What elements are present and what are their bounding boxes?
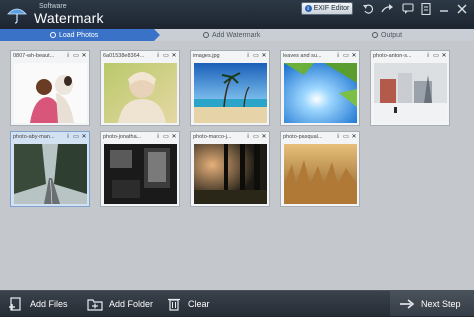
remove-icon[interactable]: ✕ [351, 53, 357, 59]
photo-card[interactable]: photo-jonatha... i ▭ ✕ [100, 131, 180, 207]
photo-card[interactable]: 6a01538e8364... i ▭ ✕ [100, 50, 180, 126]
photo-name: images.jpg [193, 53, 220, 59]
photo-name: 0807-wh-beaut... [13, 53, 55, 59]
photo-name: leaves and su... [283, 53, 322, 59]
remove-icon[interactable]: ✕ [81, 134, 87, 140]
title-bar: Software Watermark i EXIF Editor [0, 0, 474, 29]
step-load-photos[interactable]: Load Photos [50, 29, 98, 41]
info-icon[interactable]: i [65, 53, 71, 59]
preview-icon[interactable]: ▭ [343, 53, 349, 59]
app-title: Watermark [34, 10, 104, 26]
photo-name: photo-jonatha... [103, 134, 142, 140]
info-icon[interactable]: i [245, 53, 251, 59]
add-files-label: Add Files [30, 299, 68, 309]
preview-icon[interactable]: ▭ [343, 134, 349, 140]
preview-icon[interactable]: ▭ [163, 53, 169, 59]
add-folder-icon [87, 299, 103, 311]
photo-thumbnail [374, 63, 447, 123]
redo-icon[interactable] [380, 3, 394, 15]
info-icon[interactable]: i [425, 53, 431, 59]
info-icon[interactable]: i [335, 53, 341, 59]
add-files-button[interactable]: Add Files [8, 291, 68, 317]
photo-thumbnail [194, 63, 267, 123]
add-folder-button[interactable]: Add Folder [87, 291, 153, 317]
photo-card[interactable]: images.jpg i ▭ ✕ [190, 50, 270, 126]
photo-card[interactable]: photo-pasqual... i ▭ ✕ [280, 131, 360, 207]
preview-icon[interactable]: ▭ [433, 53, 439, 59]
step-label: Add Watermark [212, 31, 261, 39]
exif-editor-label: EXIF Editor [313, 5, 350, 12]
preview-icon[interactable]: ▭ [253, 53, 259, 59]
preview-icon[interactable]: ▭ [73, 53, 79, 59]
photo-card-selected[interactable]: photo-aby-man... i ▭ ✕ [10, 131, 90, 207]
photo-card[interactable]: leaves and su... i ▭ ✕ [280, 50, 360, 126]
info-icon[interactable]: i [335, 134, 341, 140]
next-step-label: Next Step [421, 299, 461, 309]
step-dot-icon [50, 32, 56, 38]
remove-icon[interactable]: ✕ [171, 134, 177, 140]
trash-icon [168, 298, 180, 311]
step-add-watermark[interactable]: Add Watermark [203, 29, 260, 41]
document-icon[interactable] [419, 3, 433, 15]
minimize-icon[interactable] [437, 3, 451, 15]
info-icon[interactable]: i [155, 53, 161, 59]
photo-name: photo-marco-j... [193, 134, 232, 140]
photo-thumbnail [14, 144, 87, 204]
preview-icon[interactable]: ▭ [163, 134, 169, 140]
photo-thumbnail [104, 144, 177, 204]
photo-thumbnail [284, 144, 357, 204]
step-dot-icon [372, 32, 378, 38]
photo-name: 6a01538e8364... [103, 53, 145, 59]
remove-icon[interactable]: ✕ [351, 134, 357, 140]
bottom-toolbar: Add Files Add Folder Clear Next Step [0, 290, 474, 316]
photo-thumbnail [14, 63, 87, 123]
clear-button[interactable]: Clear [166, 291, 210, 317]
info-icon[interactable]: i [65, 134, 71, 140]
photo-name: photo-pasqual... [283, 134, 323, 140]
photo-card[interactable]: photo-marco-j... i ▭ ✕ [190, 131, 270, 207]
remove-icon[interactable]: ✕ [171, 53, 177, 59]
remove-icon[interactable]: ✕ [441, 53, 447, 59]
photo-thumbnail [104, 63, 177, 123]
app-subtitle: Software [39, 3, 67, 10]
add-file-icon [9, 297, 21, 311]
step-label: Output [381, 31, 403, 39]
photo-thumbnail [284, 63, 357, 123]
info-icon: i [304, 5, 312, 12]
photo-card[interactable]: 0807-wh-beaut... i ▭ ✕ [10, 50, 90, 126]
info-icon[interactable]: i [245, 134, 251, 140]
exif-editor-button[interactable]: i EXIF Editor [301, 2, 353, 15]
step-dot-icon [203, 32, 209, 38]
photo-name: photo-anton-s... [373, 53, 412, 59]
remove-icon[interactable]: ✕ [261, 134, 267, 140]
remove-icon[interactable]: ✕ [81, 53, 87, 59]
photo-thumbnail [194, 144, 267, 204]
step-output[interactable]: Output [372, 29, 402, 41]
close-icon[interactable] [455, 3, 469, 15]
arrow-right-icon [400, 299, 415, 309]
preview-icon[interactable]: ▭ [73, 134, 79, 140]
preview-icon[interactable]: ▭ [253, 134, 259, 140]
clear-label: Clear [188, 299, 210, 309]
remove-icon[interactable]: ✕ [261, 53, 267, 59]
comment-icon[interactable] [401, 3, 415, 15]
step-label: Load Photos [59, 31, 99, 39]
add-folder-label: Add Folder [109, 299, 154, 309]
undo-icon[interactable] [362, 3, 376, 15]
photo-name: photo-aby-man... [13, 134, 55, 140]
next-step-button[interactable]: Next Step [399, 291, 461, 317]
photo-card[interactable]: photo-anton-s... i ▭ ✕ [370, 50, 450, 126]
info-icon[interactable]: i [155, 134, 161, 140]
photo-grid: 0807-wh-beaut... i ▭ ✕ 6a01538e8364... i… [0, 41, 474, 290]
steps-bar: Load Photos Add Watermark Output [0, 29, 474, 41]
umbrella-logo-icon [7, 8, 27, 24]
